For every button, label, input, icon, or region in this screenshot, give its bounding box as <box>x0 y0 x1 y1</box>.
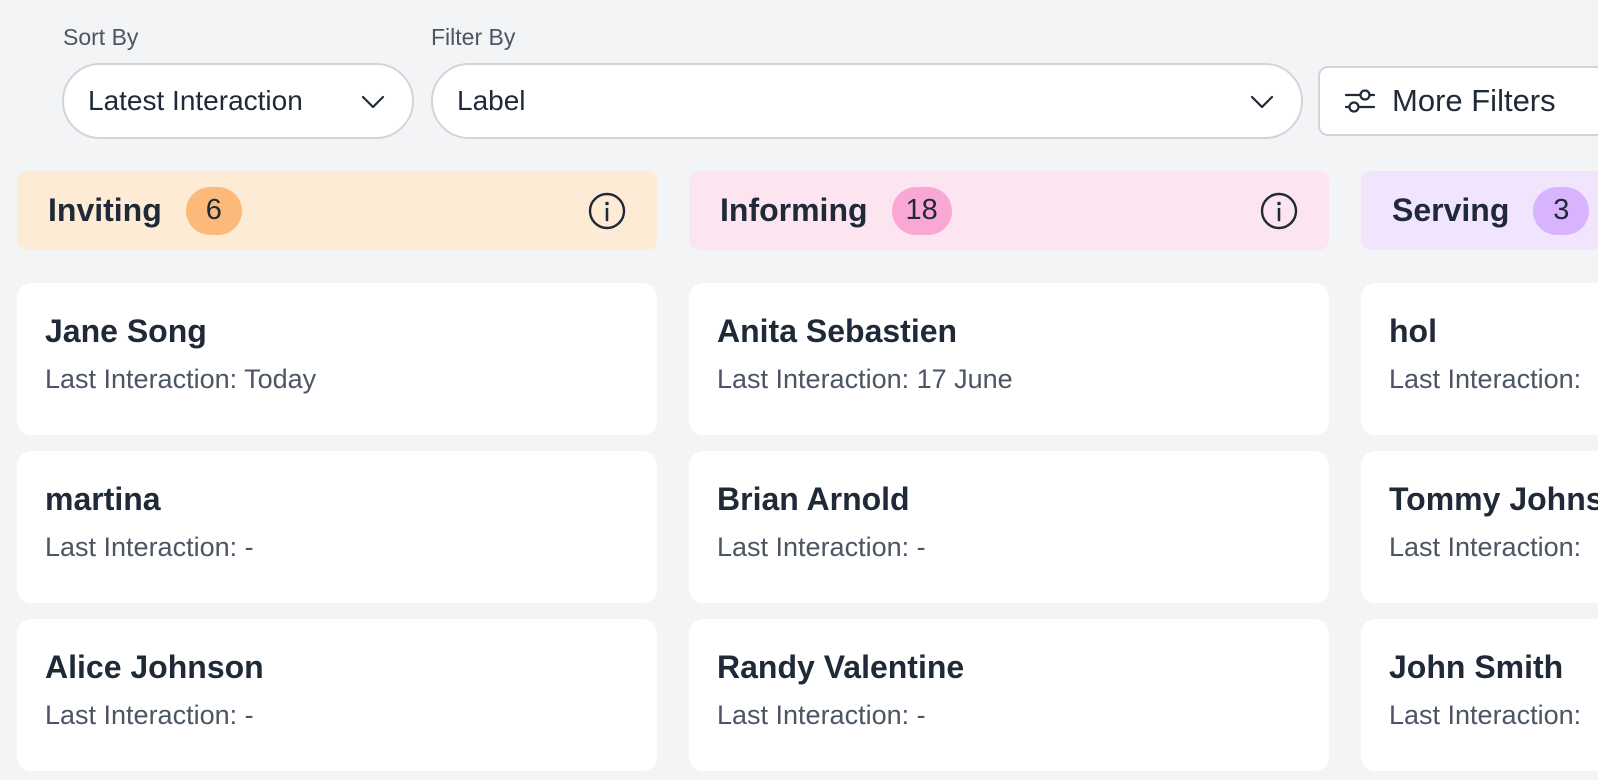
column-title: Inviting <box>48 192 162 228</box>
column-header-serving: Serving 3 <box>1361 171 1598 250</box>
card-list: Anita Sebastien Last Interaction: 17 Jun… <box>689 283 1329 771</box>
contact-name: Tommy Johns <box>1389 481 1598 517</box>
filter-by-label: Filter By <box>431 24 516 50</box>
column-header-informing: Informing 18 <box>689 171 1329 250</box>
column-serving: Serving 3 hol Last Interaction: Tommy Jo… <box>1361 171 1598 771</box>
card-list: Jane Song Last Interaction: Today martin… <box>17 283 657 771</box>
contact-card[interactable]: Randy Valentine Last Interaction: - <box>689 619 1329 771</box>
more-filters-label: More Filters <box>1392 83 1556 118</box>
last-interaction: Last Interaction: <box>1389 700 1582 730</box>
contact-name: Brian Arnold <box>717 481 910 517</box>
contact-name: Anita Sebastien <box>717 313 958 349</box>
more-filters-button[interactable]: More Filters <box>1318 66 1598 136</box>
info-icon[interactable] <box>1259 191 1299 231</box>
sort-by-value: Latest Interaction <box>88 85 303 116</box>
contact-card[interactable]: Tommy Johns Last Interaction: <box>1361 451 1598 603</box>
contact-card[interactable]: Brian Arnold Last Interaction: - <box>689 451 1329 603</box>
last-interaction: Last Interaction: - <box>717 700 926 730</box>
contact-name: martina <box>45 481 161 517</box>
count-badge: 18 <box>891 186 952 235</box>
last-interaction: Last Interaction: - <box>717 532 926 562</box>
contact-name: Randy Valentine <box>717 649 965 685</box>
toolbar: Sort By Latest Interaction Filter By Lab… <box>0 0 1598 150</box>
column-header-inviting: Inviting 6 <box>17 171 657 250</box>
last-interaction: Last Interaction: <box>1389 532 1582 562</box>
last-interaction: Last Interaction: Today <box>45 364 317 394</box>
column-title: Informing <box>720 192 868 228</box>
contact-card[interactable]: Jane Song Last Interaction: Today <box>17 283 657 435</box>
contact-card[interactable]: martina Last Interaction: - <box>17 451 657 603</box>
contact-card[interactable]: Anita Sebastien Last Interaction: 17 Jun… <box>689 283 1329 435</box>
contact-card[interactable]: hol Last Interaction: <box>1361 283 1598 435</box>
chevron-down-icon <box>1249 88 1275 114</box>
column-title: Serving <box>1392 192 1510 228</box>
filter-by-value: Label <box>457 85 526 116</box>
last-interaction: Last Interaction: 17 June <box>717 364 1013 394</box>
count-badge: 3 <box>1533 186 1590 235</box>
last-interaction: Last Interaction: - <box>45 532 254 562</box>
contact-card[interactable]: Alice Johnson Last Interaction: - <box>17 619 657 771</box>
sort-by-select[interactable]: Latest Interaction <box>62 63 414 139</box>
info-icon[interactable] <box>587 191 627 231</box>
contact-name: Jane Song <box>45 313 207 349</box>
last-interaction: Last Interaction: - <box>45 700 254 730</box>
chevron-down-icon <box>360 88 386 114</box>
last-interaction: Last Interaction: <box>1389 364 1582 394</box>
filter-by-select[interactable]: Label <box>431 63 1303 139</box>
sliders-icon <box>1344 87 1376 115</box>
count-badge: 6 <box>185 186 242 235</box>
column-inviting: Inviting 6 Jane Song Last Interaction: T… <box>17 171 657 771</box>
contact-card[interactable]: John Smith Last Interaction: <box>1361 619 1598 771</box>
contact-name: Alice Johnson <box>45 649 264 685</box>
card-list: hol Last Interaction: Tommy Johns Last I… <box>1361 283 1598 771</box>
contact-name: hol <box>1389 313 1437 349</box>
column-informing: Informing 18 Anita Sebastien Last Intera… <box>689 171 1329 771</box>
pipeline-board-view: Sort By Latest Interaction Filter By Lab… <box>0 0 1598 780</box>
sort-by-label: Sort By <box>63 24 139 50</box>
contact-name: John Smith <box>1389 649 1564 685</box>
